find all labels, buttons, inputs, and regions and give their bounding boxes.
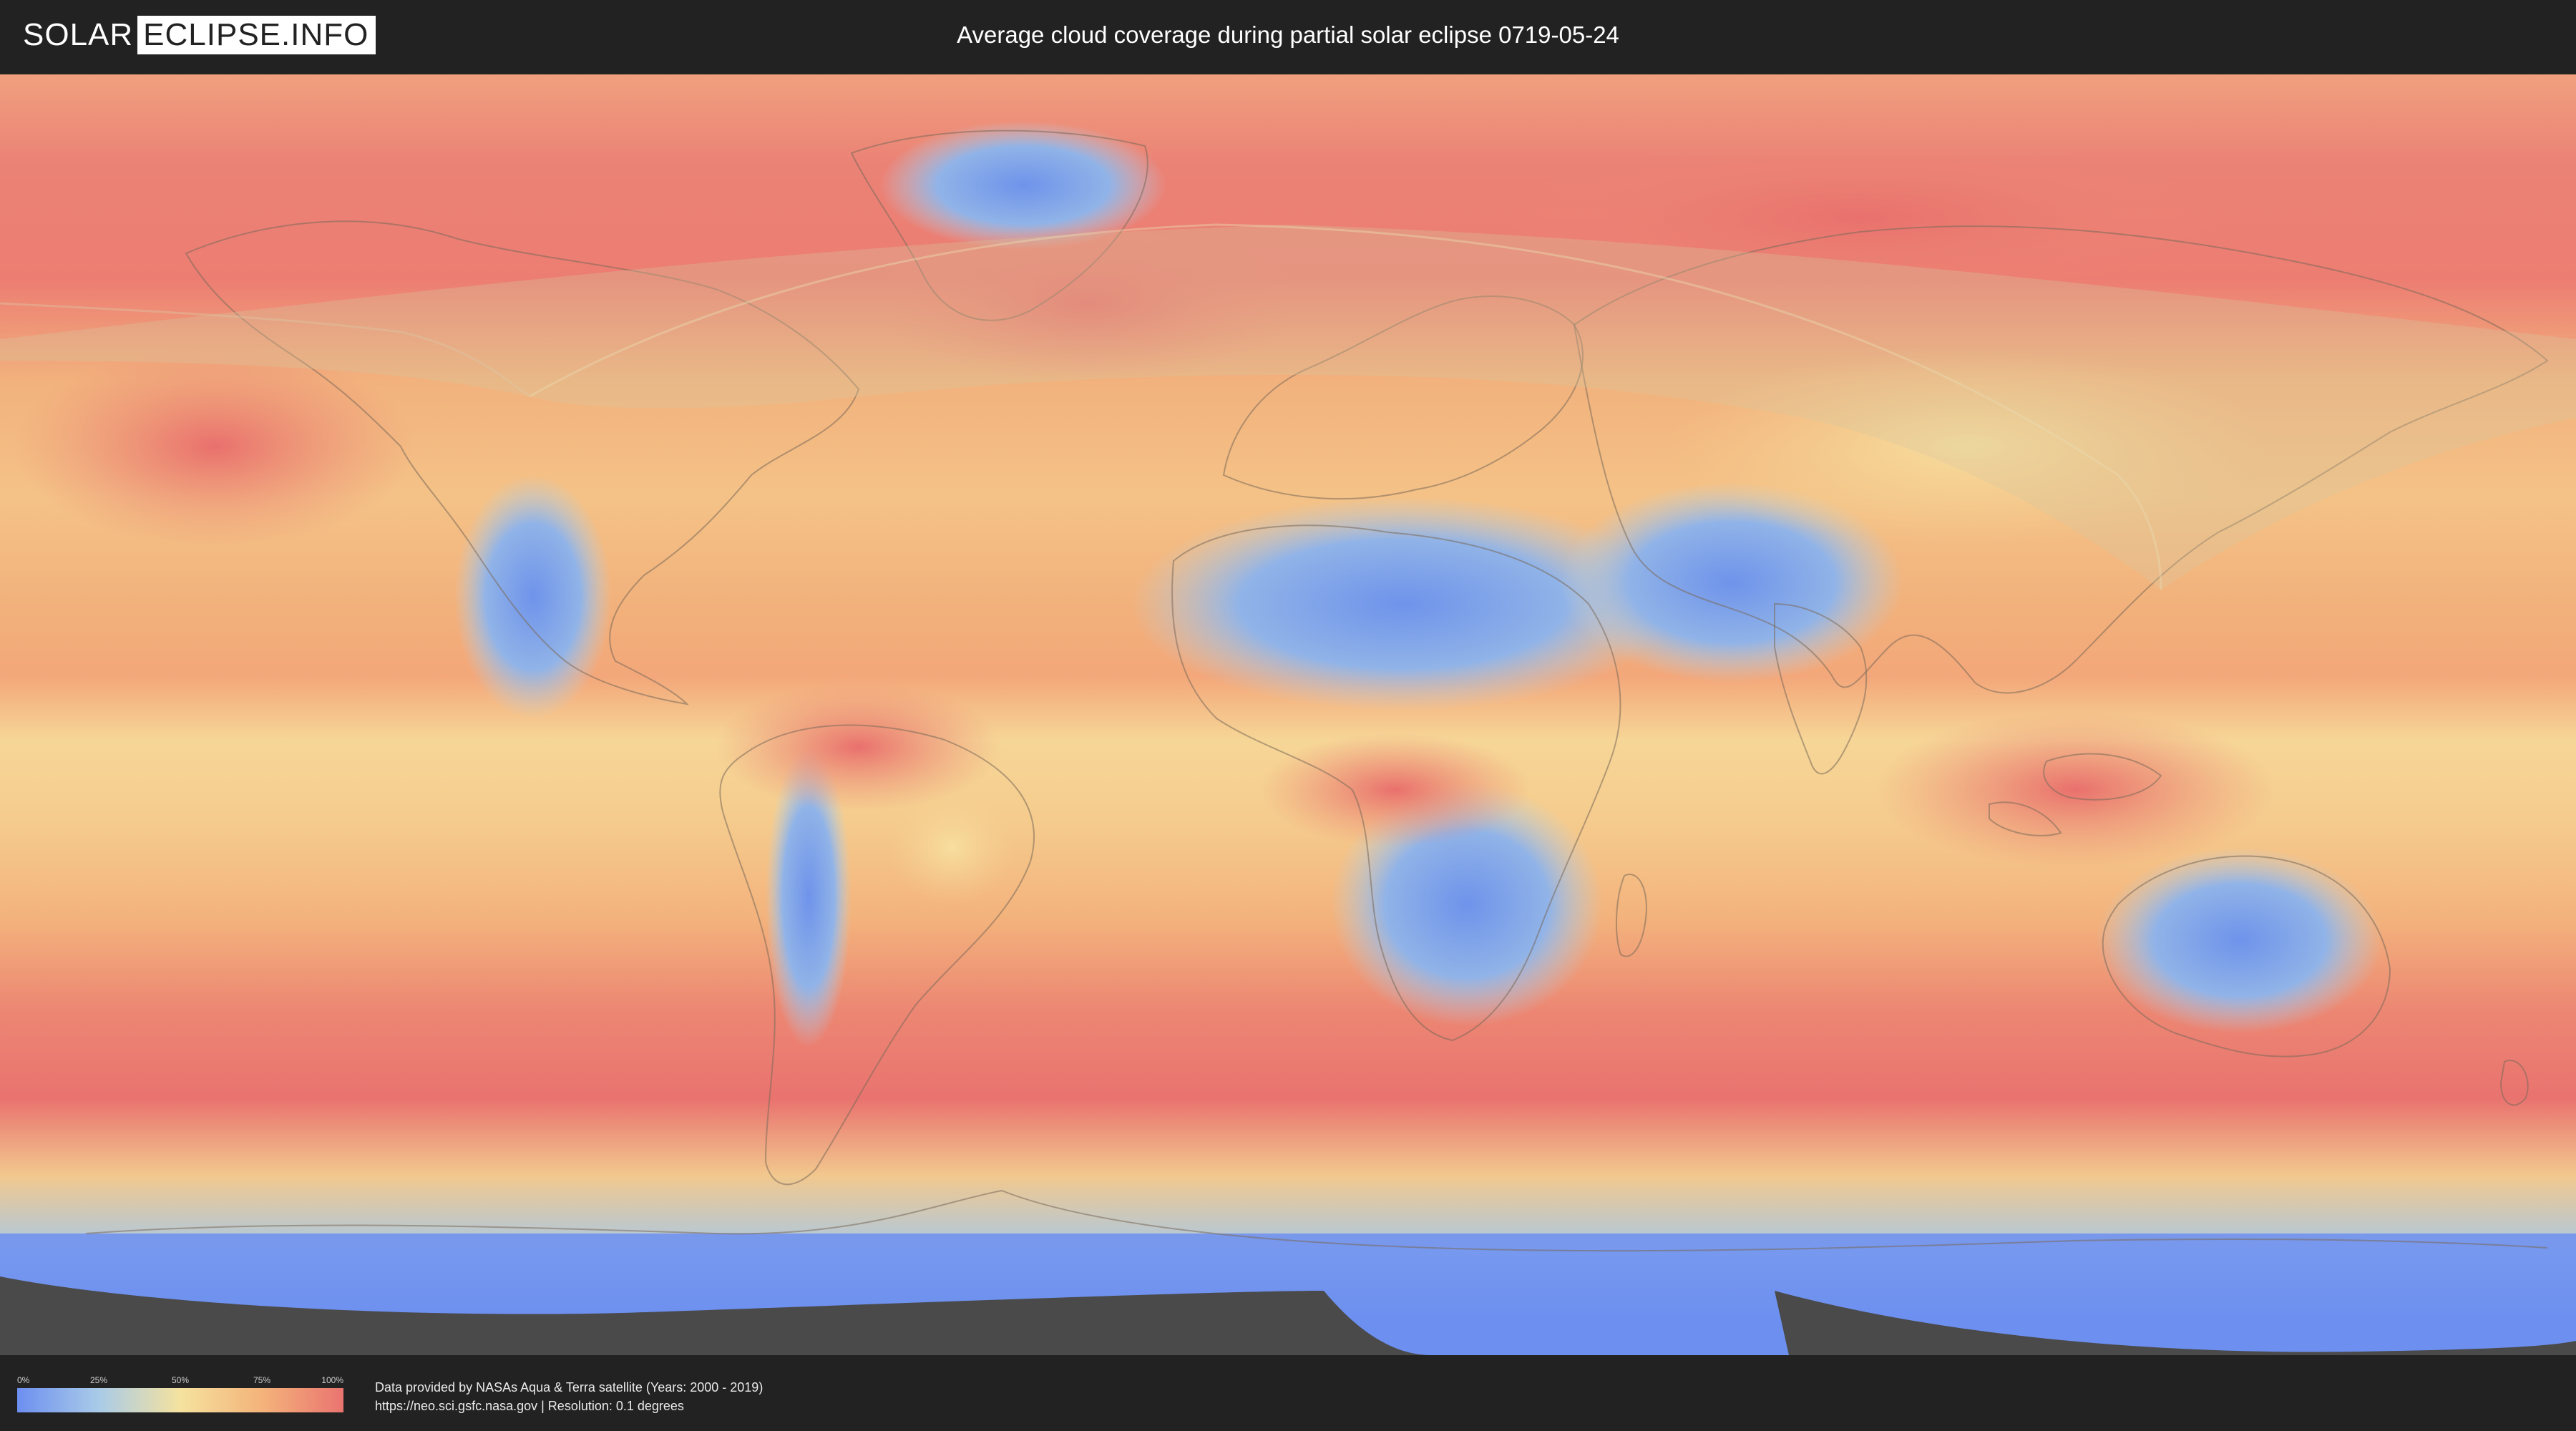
- cloud-coverage-map[interactable]: [0, 74, 2576, 1355]
- legend-color-bar: [17, 1388, 343, 1412]
- page-title: Average cloud coverage during partial so…: [957, 21, 1619, 48]
- legend-tick-label: 100%: [321, 1375, 343, 1385]
- header: SOLAR ECLIPSE.INFO Average cloud coverag…: [0, 0, 2576, 70]
- legend-gradient-fill: [17, 1388, 343, 1412]
- congo-cloudy-area: [1259, 733, 1531, 847]
- legend-tick-label: 50%: [171, 1375, 190, 1385]
- legend-tick-label: 75%: [253, 1375, 271, 1385]
- legend-tick-label: 0%: [17, 1375, 30, 1385]
- north-pacific-cloudy-area: [14, 346, 415, 547]
- footer: 0% 25% 50% 75% 100% Data provided by NASAs A…: [0, 1355, 2576, 1431]
- legend-tick-label: 25%: [89, 1375, 108, 1385]
- cloud-coverage-legend: 0% 25% 50% 75% 100%: [17, 1375, 343, 1416]
- legend-tick-row: 0% 25% 50% 75% 100%: [17, 1375, 343, 1388]
- credit-link[interactable]: https://neo.sci.gsfc.nasa.gov | Resoluti…: [375, 1397, 763, 1415]
- page: SOLAR ECLIPSE.INFO Average cloud coverag…: [0, 0, 2576, 1431]
- credit-source: Data provided by NASAs Aqua & Terra sate…: [375, 1380, 763, 1395]
- australia-clear-area: [2097, 847, 2383, 1033]
- amazon-cloudy-area: [716, 683, 1002, 811]
- data-credits: Data provided by NASAs Aqua & Terra sate…: [375, 1378, 763, 1415]
- mexico-clear-area: [454, 475, 612, 718]
- maritime-asia-cloudy-area: [1875, 711, 2275, 869]
- world-map-svg: [0, 74, 2576, 1355]
